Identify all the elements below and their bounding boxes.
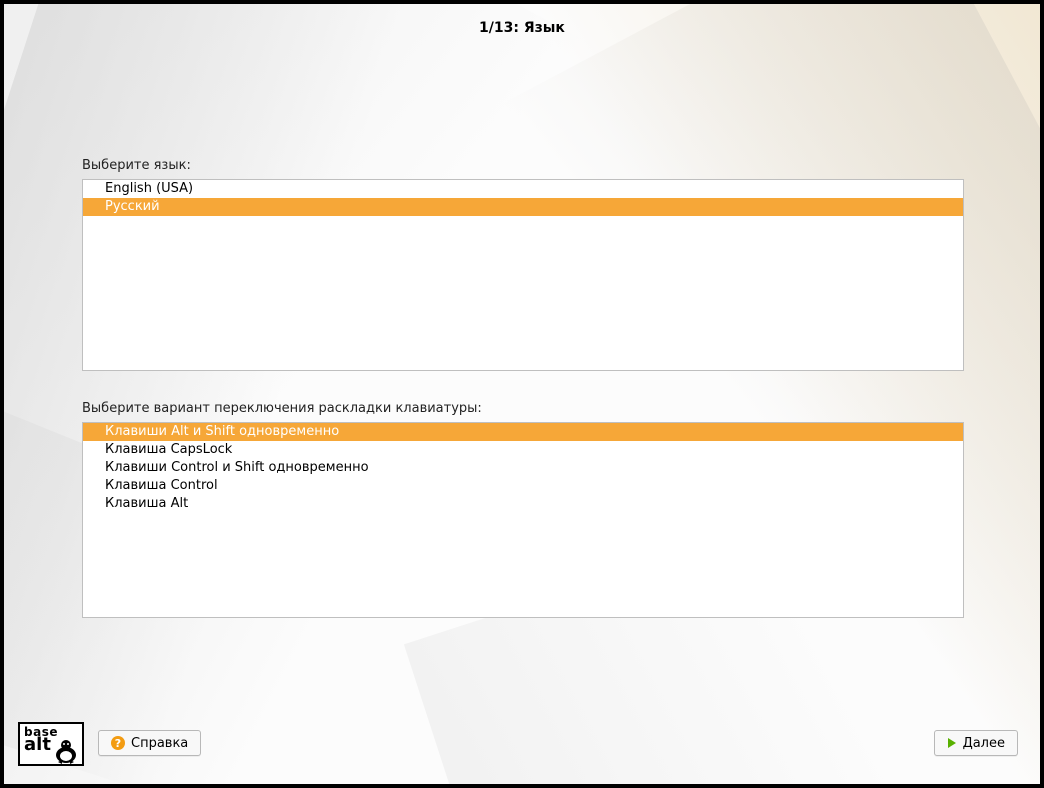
next-button[interactable]: Далее xyxy=(934,730,1018,756)
layout-option-capslock[interactable]: Клавиша CapsLock xyxy=(83,441,963,459)
layout-option-control[interactable]: Клавиша Control xyxy=(83,477,963,495)
language-option-russian[interactable]: Русский xyxy=(83,198,963,216)
next-button-label: Далее xyxy=(963,736,1005,751)
help-icon: ? xyxy=(111,736,125,750)
layout-switch-listbox[interactable]: Клавиши Alt и Shift одновременно Клавиша… xyxy=(82,422,964,618)
language-option-english[interactable]: English (USA) xyxy=(83,180,963,198)
language-label: Выберите язык: xyxy=(82,158,964,173)
layout-option-alt-shift[interactable]: Клавиши Alt и Shift одновременно xyxy=(83,423,963,441)
main-content: Выберите язык: English (USA) Русский Выб… xyxy=(82,158,964,618)
arrow-right-icon xyxy=(947,737,957,749)
layout-option-ctrl-shift[interactable]: Клавиши Control и Shift одновременно xyxy=(83,459,963,477)
penguin-icon xyxy=(52,738,80,764)
footer: base alt ? Справка Далее xyxy=(4,718,1040,766)
help-button-label: Справка xyxy=(131,736,188,751)
logo-text-alt: alt xyxy=(24,736,51,754)
basealt-logo: base alt xyxy=(18,722,84,766)
layout-option-alt[interactable]: Клавиша Alt xyxy=(83,495,963,513)
language-listbox[interactable]: English (USA) Русский xyxy=(82,179,964,371)
page-title: 1/13: Язык xyxy=(4,20,1040,36)
layout-switch-label: Выберите вариант переключения раскладки … xyxy=(82,401,964,416)
help-button[interactable]: ? Справка xyxy=(98,730,201,756)
installer-window: 1/13: Язык Выберите язык: English (USA) … xyxy=(4,4,1040,784)
